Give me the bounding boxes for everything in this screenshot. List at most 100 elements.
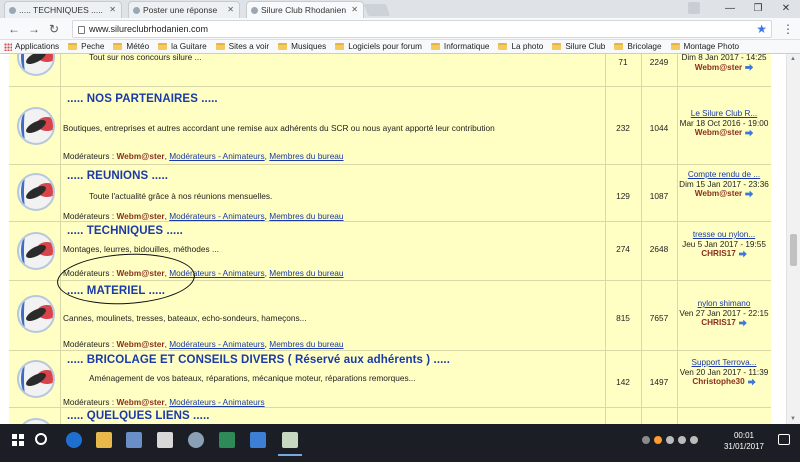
last-post-topic[interactable]: Le Silure Club R... [677,109,771,119]
excel-icon[interactable] [219,432,235,448]
last-post-topic[interactable]: Support Terrova... [677,358,771,368]
bookmark-folder[interactable]: Montage Photo [670,42,739,51]
last-post-topic[interactable]: tresse ou nylon... [677,230,771,240]
scroll-up-arrow-icon[interactable]: ▲ [790,56,796,62]
user-profile-icon[interactable] [688,2,700,14]
bookmark-folder[interactable]: Sites a voir [215,42,269,51]
silure-club-logo-icon[interactable] [17,232,55,270]
moderator-group-link[interactable]: Membres du bureau [269,211,343,221]
browser-toolbar: ← → ↻ www.silureclubrhodanien.com ★ ⋮ [0,18,800,40]
bookmark-folder[interactable]: Silure Club [552,42,605,51]
close-window-icon[interactable]: ✕ [772,0,800,18]
bookmark-folder[interactable]: Météo [113,42,149,51]
page-info-icon[interactable] [78,26,85,34]
system-clock[interactable]: 00:01 31/01/2017 [724,430,764,452]
silure-club-logo-icon[interactable] [17,107,55,145]
moderator-link[interactable]: Webm@ster [117,339,165,349]
moderator-group-link[interactable]: Modérateurs - Animateurs [169,397,264,407]
bookmark-folder[interactable]: Peche [68,42,104,51]
go-to-post-icon[interactable] [745,63,754,71]
moderator-group-link[interactable]: Membres du bureau [269,339,343,349]
folder-icon [614,43,624,50]
silure-club-logo-icon[interactable] [17,360,55,398]
reload-icon[interactable]: ↻ [46,21,62,37]
close-tab-icon[interactable]: ✕ [227,5,234,14]
cortana-search-icon[interactable] [35,433,47,445]
forum-title[interactable]: ..... REUNIONS ..... [67,170,168,182]
go-to-post-icon[interactable] [738,319,747,327]
go-to-post-icon[interactable] [738,250,747,258]
favicon-icon [133,7,140,14]
silure-club-logo-icon[interactable] [17,173,55,211]
go-to-post-icon[interactable] [747,378,756,386]
silure-club-logo-icon[interactable] [17,54,55,76]
bookmark-folder[interactable]: Bricolage [614,42,662,51]
forum-description: Tout sur nos concours silure ... [89,54,202,62]
volume-icon[interactable] [690,436,698,444]
tab-techniques[interactable]: ..... TECHNIQUES ..... ✕ [4,1,122,18]
page-scrollbar[interactable]: ▲ ▼ [786,54,800,424]
bookmark-folder[interactable]: La photo [498,42,543,51]
moderator-group-link[interactable]: Modérateurs - Animateurs [169,339,264,349]
back-arrow-icon[interactable]: ← [6,21,22,37]
forward-arrow-icon[interactable]: → [26,21,42,37]
last-post-author[interactable]: CHRIS17 [701,318,736,327]
scrollbar-thumb[interactable] [790,234,797,266]
tray-icon[interactable] [666,436,674,444]
forum-description: Cannes, moulinets, tresses, bateaux, ech… [63,313,307,323]
network-icon[interactable] [678,436,686,444]
app-icon[interactable] [126,432,142,448]
bookmark-folder[interactable]: Informatique [430,42,489,51]
close-tab-icon[interactable]: ✕ [351,5,358,14]
last-post-topic[interactable]: nylon shimano [677,299,771,309]
bookmark-star-icon[interactable]: ★ [756,22,767,36]
tray-icon[interactable] [642,436,650,444]
bookmark-applications[interactable]: Applications [4,42,59,51]
url-text[interactable]: www.silureclubrhodanien.com [89,24,208,34]
new-tab-button[interactable] [363,4,391,16]
document-app-icon[interactable] [157,432,173,448]
action-center-icon[interactable] [778,434,790,445]
moderator-group-link[interactable]: Modérateurs - Animateurs [169,211,264,221]
forum-title[interactable]: ..... QUELQUES LIENS ..... [67,410,210,422]
last-post-author[interactable]: CHRIS17 [701,249,736,258]
posts-count: 1497 [649,377,669,387]
app-icon[interactable] [188,432,204,448]
forum-title[interactable]: ..... BRICOLAGE ET CONSEILS DIVERS ( Rés… [67,354,450,366]
tray-icon[interactable] [654,436,662,444]
bookmark-folder[interactable]: la Guitare [158,42,207,51]
close-tab-icon[interactable]: ✕ [109,5,116,14]
file-explorer-icon[interactable] [96,432,112,448]
last-post-topic[interactable]: Compte rendu de ... [677,170,771,180]
bookmark-folder[interactable]: Musiques [278,42,326,51]
edge-browser-icon[interactable] [66,432,82,448]
moderator-link[interactable]: Webm@ster [117,397,165,407]
last-post-author[interactable]: Christophe30 [692,377,744,386]
moderator-group-link[interactable]: Membres du bureau [269,268,343,278]
minimize-icon[interactable]: — [716,0,744,18]
forum-title[interactable]: ..... TECHNIQUES ..... [67,225,183,237]
scroll-down-arrow-icon[interactable]: ▼ [790,416,796,422]
app-icon[interactable] [250,432,266,448]
tab-silure-club[interactable]: Silure Club Rhodanien ✕ [246,1,364,18]
address-bar[interactable]: www.silureclubrhodanien.com ★ [72,20,772,38]
clock-time: 00:01 [733,431,754,440]
forum-title[interactable]: ..... NOS PARTENAIRES ..... [67,93,218,105]
last-post-author[interactable]: Webm@ster [695,189,742,198]
moderator-link[interactable]: Webm@ster [117,211,165,221]
moderator-group-link[interactable]: Membres du bureau [269,151,343,161]
go-to-post-icon[interactable] [745,129,754,137]
silure-club-logo-icon[interactable] [17,295,55,333]
go-to-post-icon[interactable] [745,190,754,198]
tab-poster-reponse[interactable]: Poster une réponse ✕ [128,1,240,18]
moderator-group-link[interactable]: Modérateurs - Animateurs [169,151,264,161]
restore-icon[interactable]: ❐ [744,0,772,18]
moderator-link[interactable]: Webm@ster [117,151,165,161]
last-post-author[interactable]: Webm@ster [695,128,742,137]
browser-menu-icon[interactable]: ⋮ [782,21,794,37]
favicon-icon [9,7,16,14]
start-button[interactable] [8,430,28,450]
bookmark-folder[interactable]: Logiciels pour forum [335,42,422,51]
chrome-browser-icon[interactable] [278,432,302,456]
last-post-author[interactable]: Webm@ster [695,63,742,72]
